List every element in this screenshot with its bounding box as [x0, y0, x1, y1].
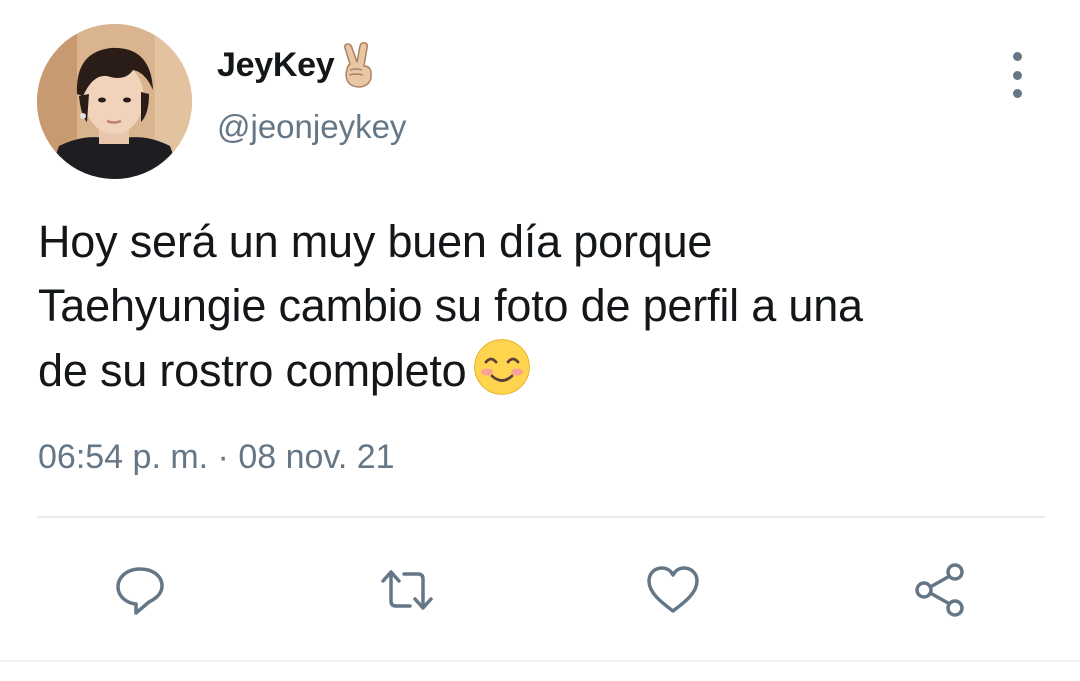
- display-name[interactable]: JeyKey: [217, 42, 380, 88]
- smiling-face-icon: [473, 338, 531, 396]
- user-handle[interactable]: @jeonjeykey: [217, 108, 406, 146]
- share-icon: [915, 563, 964, 617]
- more-dot: [1012, 52, 1022, 61]
- tweet-card: JeyKey @jeonjeykey Hoy será un muy buen …: [0, 0, 1080, 681]
- like-button[interactable]: [643, 560, 703, 620]
- divider: [37, 516, 1045, 518]
- retweet-button[interactable]: [377, 560, 437, 620]
- reply-button[interactable]: [110, 560, 170, 620]
- bottom-divider: [0, 660, 1080, 662]
- more-dot: [1012, 89, 1022, 98]
- tweet-text-line: de su rostro completo: [38, 338, 1048, 403]
- more-options-icon[interactable]: [1000, 52, 1034, 98]
- more-dot: [1012, 70, 1022, 80]
- tweet-text: Hoy será un muy buen día porque Taehyung…: [38, 210, 1048, 403]
- retweet-icon: [381, 570, 433, 610]
- reply-icon: [116, 567, 164, 615]
- tweet-text-line: Taehyungie cambio su foto de perfil a un…: [38, 280, 863, 331]
- tweet-timestamp[interactable]: 06:54 p. m. · 08 nov. 21: [38, 438, 395, 477]
- tweet-text-line: Hoy será un muy buen día porque: [38, 216, 713, 267]
- avatar[interactable]: [37, 24, 192, 179]
- victory-hand-icon: [338, 42, 380, 88]
- share-button[interactable]: [910, 560, 970, 620]
- display-name-text: JeyKey: [217, 45, 335, 84]
- like-icon: [647, 566, 699, 613]
- tweet-text-line-content: de su rostro completo: [38, 345, 467, 396]
